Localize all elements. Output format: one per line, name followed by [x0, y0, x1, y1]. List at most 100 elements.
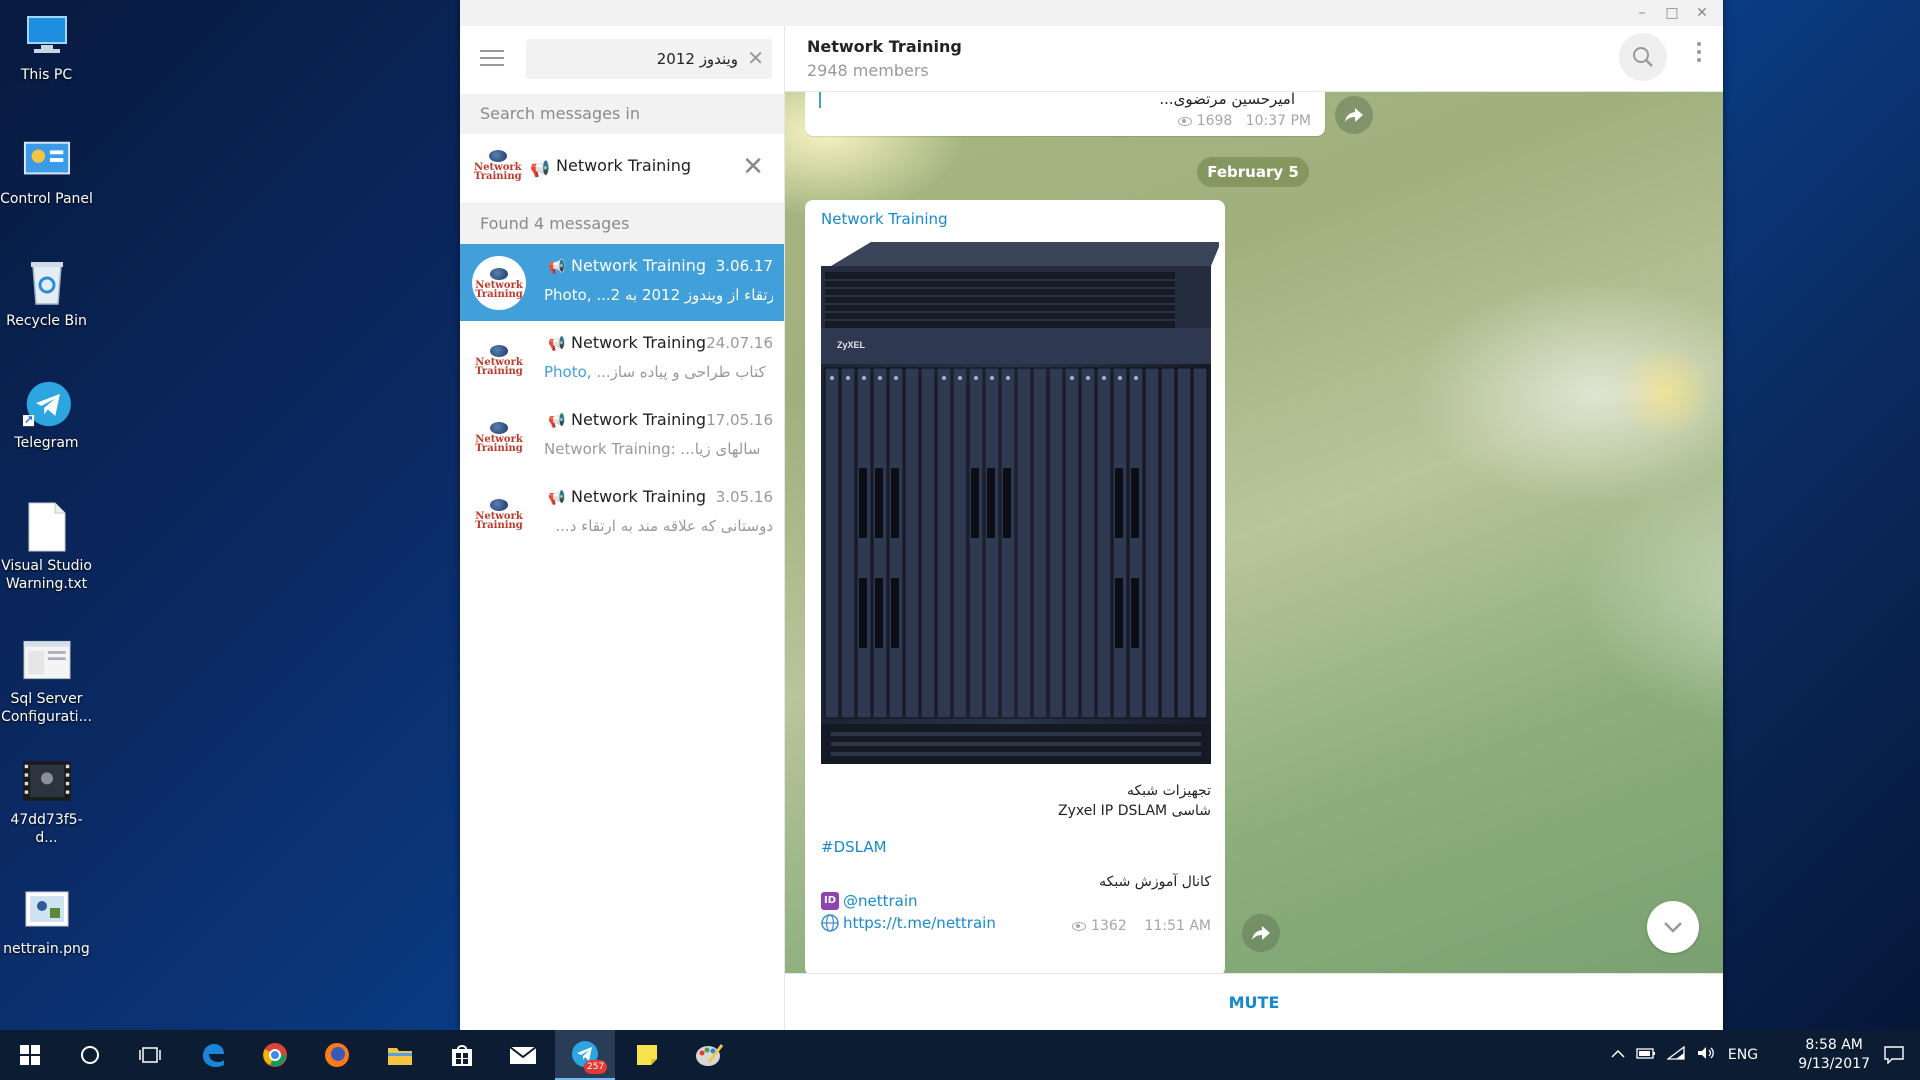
sticky-notes-icon — [637, 1045, 657, 1065]
search-in-label: Search messages in — [460, 94, 784, 134]
channel-link[interactable]: https://t.me/nettrain — [843, 914, 996, 932]
desktop-icon-label: Telegram — [14, 435, 79, 451]
views-icon — [1072, 921, 1087, 931]
minimize-button[interactable]: – — [1627, 0, 1657, 26]
message-meta: 1698 10:37 PM — [1177, 113, 1311, 129]
recycle-bin-icon — [23, 258, 71, 306]
search-result[interactable]: Network Training 📢 Network Training 17.05… — [460, 398, 784, 475]
found-count-label: Found 4 messages — [460, 204, 784, 244]
caption-line-2: شاسی Zyxel IP DSLAM — [1057, 803, 1211, 819]
telegram-icon — [22, 380, 71, 428]
link-row: https://t.me/nettrain — [821, 914, 996, 932]
search-icon[interactable] — [1619, 33, 1667, 81]
id-badge-icon: ID — [821, 892, 839, 910]
message-bubble[interactable]: امیرحسین مرتضوی... 1698 10:37 PM — [805, 92, 1325, 136]
menu-icon[interactable] — [480, 50, 504, 68]
taskbar-edge[interactable] — [183, 1030, 243, 1080]
result-chat-name: Network Training — [571, 256, 707, 275]
message-text: امیرحسین مرتضوی... — [1159, 92, 1295, 108]
desktop-icon-this-pc[interactable]: This PC — [0, 12, 93, 84]
snippet-prefix: Network Training: — [544, 440, 681, 458]
computer-icon — [23, 12, 71, 60]
forward-icon[interactable] — [1242, 914, 1280, 952]
chat-panel: Network Training 2948 members امیرحسین م… — [785, 26, 1723, 1030]
desktop-icon-label: Visual Studio Warning.txt — [1, 558, 92, 592]
snippet-prefix: Photo, — [544, 286, 597, 304]
video-file-icon — [22, 757, 71, 805]
desktop-icon-telegram[interactable]: Telegram — [0, 380, 93, 452]
taskbar-file-explorer[interactable] — [370, 1030, 430, 1080]
chassis-brand: ZyXEL — [837, 340, 866, 350]
desktop-icon-label: Recycle Bin — [6, 313, 87, 329]
title-bar[interactable]: – □ ✕ — [460, 0, 1723, 26]
channel-icon: 📢 — [548, 490, 566, 506]
caption-line-1: تجهیزات شبکه — [1126, 783, 1211, 799]
taskbar-store[interactable] — [432, 1030, 492, 1080]
mail-icon — [509, 1046, 537, 1064]
taskbar-chrome[interactable] — [245, 1030, 305, 1080]
view-count: 1362 — [1091, 918, 1127, 934]
message-author[interactable]: Network Training — [821, 210, 948, 228]
search-input[interactable] — [536, 47, 738, 71]
taskbar-paint[interactable] — [679, 1030, 739, 1080]
text-file-icon — [23, 502, 71, 552]
member-count: 2948 members — [807, 61, 929, 80]
close-button[interactable]: ✕ — [1687, 0, 1717, 26]
chrome-icon — [263, 1043, 287, 1067]
remove-scope-icon[interactable]: ✕ — [742, 152, 764, 182]
desktop-icon-video[interactable]: 47dd73f5-d... — [0, 757, 93, 847]
task-view-button[interactable] — [120, 1030, 180, 1080]
cortana-button[interactable] — [60, 1030, 120, 1080]
message-meta: 1362 11:51 AM — [1072, 918, 1211, 934]
clear-search-icon[interactable]: ✕ — [747, 48, 764, 68]
handle-link[interactable]: @nettrain — [843, 892, 918, 910]
taskbar-sticky-notes[interactable] — [617, 1030, 677, 1080]
taskbar-firefox[interactable] — [307, 1030, 367, 1080]
system-tray: ENG — [1605, 1030, 1765, 1080]
battery-icon[interactable] — [1631, 1047, 1661, 1063]
chat-header[interactable]: Network Training 2948 members — [785, 26, 1723, 92]
avatar: Network Training — [472, 410, 526, 464]
paint-icon — [696, 1044, 723, 1066]
forward-icon[interactable] — [1335, 96, 1373, 134]
more-options-icon[interactable] — [1697, 42, 1703, 66]
window-controls: – □ ✕ — [1627, 0, 1717, 26]
control-panel-icon — [23, 136, 71, 184]
hashtag-link[interactable]: #DSLAM — [821, 838, 887, 856]
channel-icon: 📢 — [548, 413, 566, 429]
reply-bar — [819, 92, 821, 108]
channel-icon: 📢 — [530, 159, 550, 178]
telegram-window: – □ ✕ ✕ Search messages in NetworkTraini… — [460, 0, 1723, 1030]
desktop-icon-recycle-bin[interactable]: Recycle Bin — [0, 258, 93, 330]
show-hidden-icons-icon[interactable] — [1605, 1047, 1631, 1063]
result-chat-name: Network Training — [571, 333, 707, 352]
desktop-icon-sql-config[interactable]: Sql Server Configurati... — [0, 636, 93, 726]
search-result[interactable]: Network Training 📢 Network Training 3.05.… — [460, 475, 784, 552]
desktop-icon-control-panel[interactable]: Control Panel — [0, 136, 93, 208]
clock[interactable]: 8:58 AM 9/13/2017 — [1798, 1036, 1870, 1074]
handle-row: ID @nettrain — [821, 892, 918, 910]
maximize-button[interactable]: □ — [1657, 0, 1687, 26]
search-result[interactable]: Network Training 📢 Network Training 24.07… — [460, 321, 784, 398]
desktop-icon-vs-warning[interactable]: Visual Studio Warning.txt — [0, 502, 93, 593]
message-photo[interactable]: ZyXEL — [811, 238, 1219, 770]
message-history[interactable]: امیرحسین مرتضوی... 1698 10:37 PM Februar… — [785, 92, 1723, 973]
desktop-icon-nettrain-png[interactable]: nettrain.png — [0, 886, 93, 958]
taskbar-mail[interactable] — [493, 1030, 553, 1080]
channel-icon: 📢 — [548, 259, 566, 275]
volume-icon[interactable] — [1691, 1046, 1721, 1064]
desktop-icon-label: nettrain.png — [3, 941, 90, 957]
image-file-icon — [23, 886, 71, 934]
wifi-icon[interactable] — [1661, 1045, 1691, 1064]
action-center-button[interactable] — [1868, 1030, 1920, 1080]
taskbar-telegram[interactable]: 257 — [555, 1030, 615, 1080]
search-scope-chat[interactable]: Network Training 📢 Network Training ✕ — [460, 134, 784, 204]
scroll-to-bottom-button[interactable] — [1647, 901, 1699, 953]
input-language[interactable]: ENG — [1721, 1047, 1765, 1063]
mute-button[interactable]: MUTE — [785, 973, 1723, 1030]
search-result[interactable]: Network Training 📢 Network Training 3.06.… — [460, 244, 784, 321]
edge-icon — [203, 1044, 224, 1067]
start-button[interactable] — [0, 1030, 60, 1080]
message-bubble[interactable]: Network Training ZyXEL تجهیزات شبکه شاسی… — [805, 200, 1225, 973]
clock-date: 9/13/2017 — [1798, 1056, 1870, 1072]
